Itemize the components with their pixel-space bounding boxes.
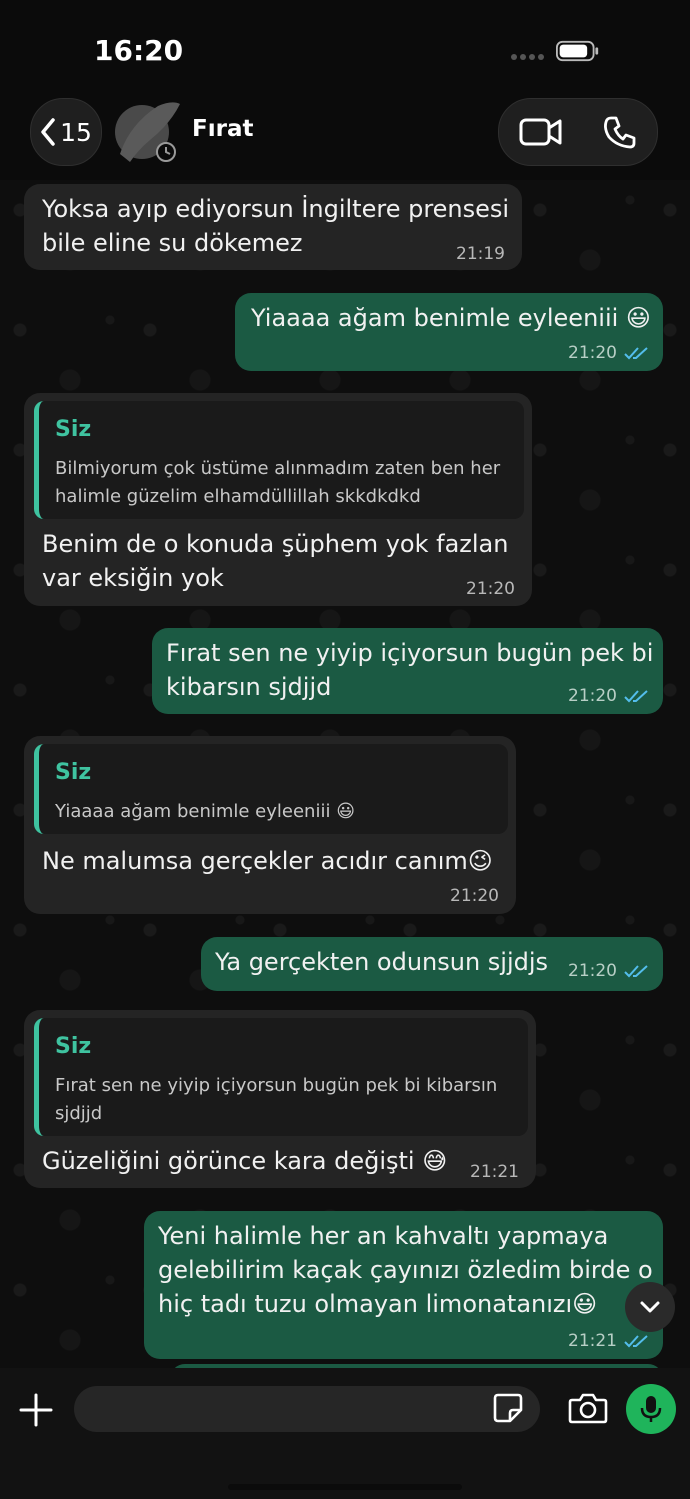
message-text: gelebilirim kaçak çayınızı özledim birde… (158, 1256, 653, 1284)
quote-text: Yiaaaa ağam benimle eyleeniii 😃 (55, 801, 355, 822)
quote-text: Bilmiyorum çok üstüme alınmadım zaten be… (55, 458, 501, 479)
microphone-icon (640, 1396, 662, 1422)
message-time: 21:20 (568, 961, 617, 981)
status-bar: 16:20 (0, 0, 690, 90)
quote-text: sjdjjd (55, 1103, 103, 1124)
read-ticks-icon (624, 690, 648, 703)
message-time: 21:20 (450, 886, 499, 906)
quote-author: Siz (55, 1034, 92, 1059)
video-camera-icon[interactable] (519, 115, 563, 149)
contact-name[interactable]: Fırat (192, 116, 253, 142)
quote-author: Siz (55, 760, 92, 785)
unread-count: 15 (60, 117, 92, 147)
battery-icon (556, 40, 599, 62)
quote-author: Siz (55, 417, 92, 442)
message-incoming[interactable]: Siz Bilmiyorum çok üstüme alınmadım zate… (24, 393, 532, 606)
back-chevron-icon (41, 118, 55, 146)
quoted-message[interactable]: Siz Fırat sen ne yiyip içiyorsun bugün p… (34, 1018, 528, 1136)
message-time: 21:20 (466, 579, 515, 599)
phone-icon[interactable] (603, 115, 637, 149)
read-ticks-icon (624, 347, 648, 360)
microphone-button[interactable] (626, 1384, 676, 1434)
message-outgoing[interactable]: Ya gerçekten odunsun sjjdjs 21:20 (201, 937, 663, 991)
call-actions (498, 98, 658, 166)
message-list[interactable]: Yoksa ayıp ediyorsun İngiltere prensesi … (0, 180, 690, 1368)
message-time: 21:19 (456, 244, 505, 264)
message-time: 21:20 (568, 686, 617, 706)
message-input[interactable] (74, 1386, 540, 1432)
scroll-to-bottom-button[interactable] (625, 1282, 675, 1332)
plus-icon[interactable] (18, 1392, 54, 1428)
chevron-down-icon (640, 1301, 660, 1313)
back-button[interactable]: 15 (30, 98, 102, 166)
home-indicator (228, 1484, 462, 1490)
message-text: Benim de o konuda şüphem yok fazlan (42, 530, 509, 558)
read-ticks-icon (624, 1335, 648, 1348)
message-incoming[interactable]: Yoksa ayıp ediyorsun İngiltere prensesi … (24, 184, 522, 270)
message-text: Ne malumsa gerçekler acıdır canım😉 (42, 847, 493, 875)
message-incoming[interactable]: Siz Fırat sen ne yiyip içiyorsun bugün p… (24, 1010, 536, 1188)
message-outgoing[interactable]: Fırat sen ne yiyip içiyorsun bugün pek b… (152, 628, 663, 714)
message-text: Yiaaaa ağam benimle eyleeniii 😃 (251, 304, 651, 332)
message-text: Fırat sen ne yiyip içiyorsun bugün pek b… (166, 639, 654, 667)
message-text: bile eline su dökemez (42, 229, 303, 257)
message-text: var eksiğin yok (42, 564, 224, 592)
read-ticks-icon (624, 965, 648, 978)
message-incoming[interactable]: Siz Yiaaaa ağam benimle eyleeniii 😃 Ne m… (24, 736, 516, 914)
message-time: 21:20 (568, 343, 617, 363)
camera-icon[interactable] (568, 1392, 608, 1424)
chat-header: 15 Fırat (0, 90, 690, 180)
message-time: 21:21 (470, 1162, 519, 1182)
message-text: Yoksa ayıp ediyorsun İngiltere prensesi (42, 195, 510, 223)
status-time: 16:20 (94, 34, 184, 67)
quote-text: Fırat sen ne yiyip içiyorsun bugün pek b… (55, 1075, 498, 1096)
quote-text: halimle güzelim elhamdüllillah skkdkdkd (55, 486, 421, 507)
quoted-message[interactable]: Siz Yiaaaa ağam benimle eyleeniii 😃 (34, 744, 508, 834)
composer-bar (0, 1368, 690, 1499)
message-text: hiç tadı tuzu olmayan limonatanızı😃 (158, 1290, 598, 1318)
signal-icon (511, 54, 544, 60)
avatar[interactable] (110, 94, 180, 164)
message-text: Yeni halimle her an kahvaltı yapmaya (158, 1222, 609, 1250)
message-outgoing[interactable]: Yiaaaa ağam benimle eyleeniii 😃 21:20 (235, 293, 663, 371)
message-outgoing[interactable]: Yeni halimle her an kahvaltı yapmaya gel… (144, 1211, 663, 1359)
sticker-icon[interactable] (492, 1392, 524, 1424)
message-text: Güzeliğini görünce kara değişti 😅 (42, 1147, 448, 1175)
message-text: kibarsın sjdjjd (166, 673, 332, 701)
message-time: 21:21 (568, 1331, 617, 1351)
message-text: Ya gerçekten odunsun sjjdjs (215, 948, 549, 976)
quoted-message[interactable]: Siz Bilmiyorum çok üstüme alınmadım zate… (34, 401, 524, 519)
